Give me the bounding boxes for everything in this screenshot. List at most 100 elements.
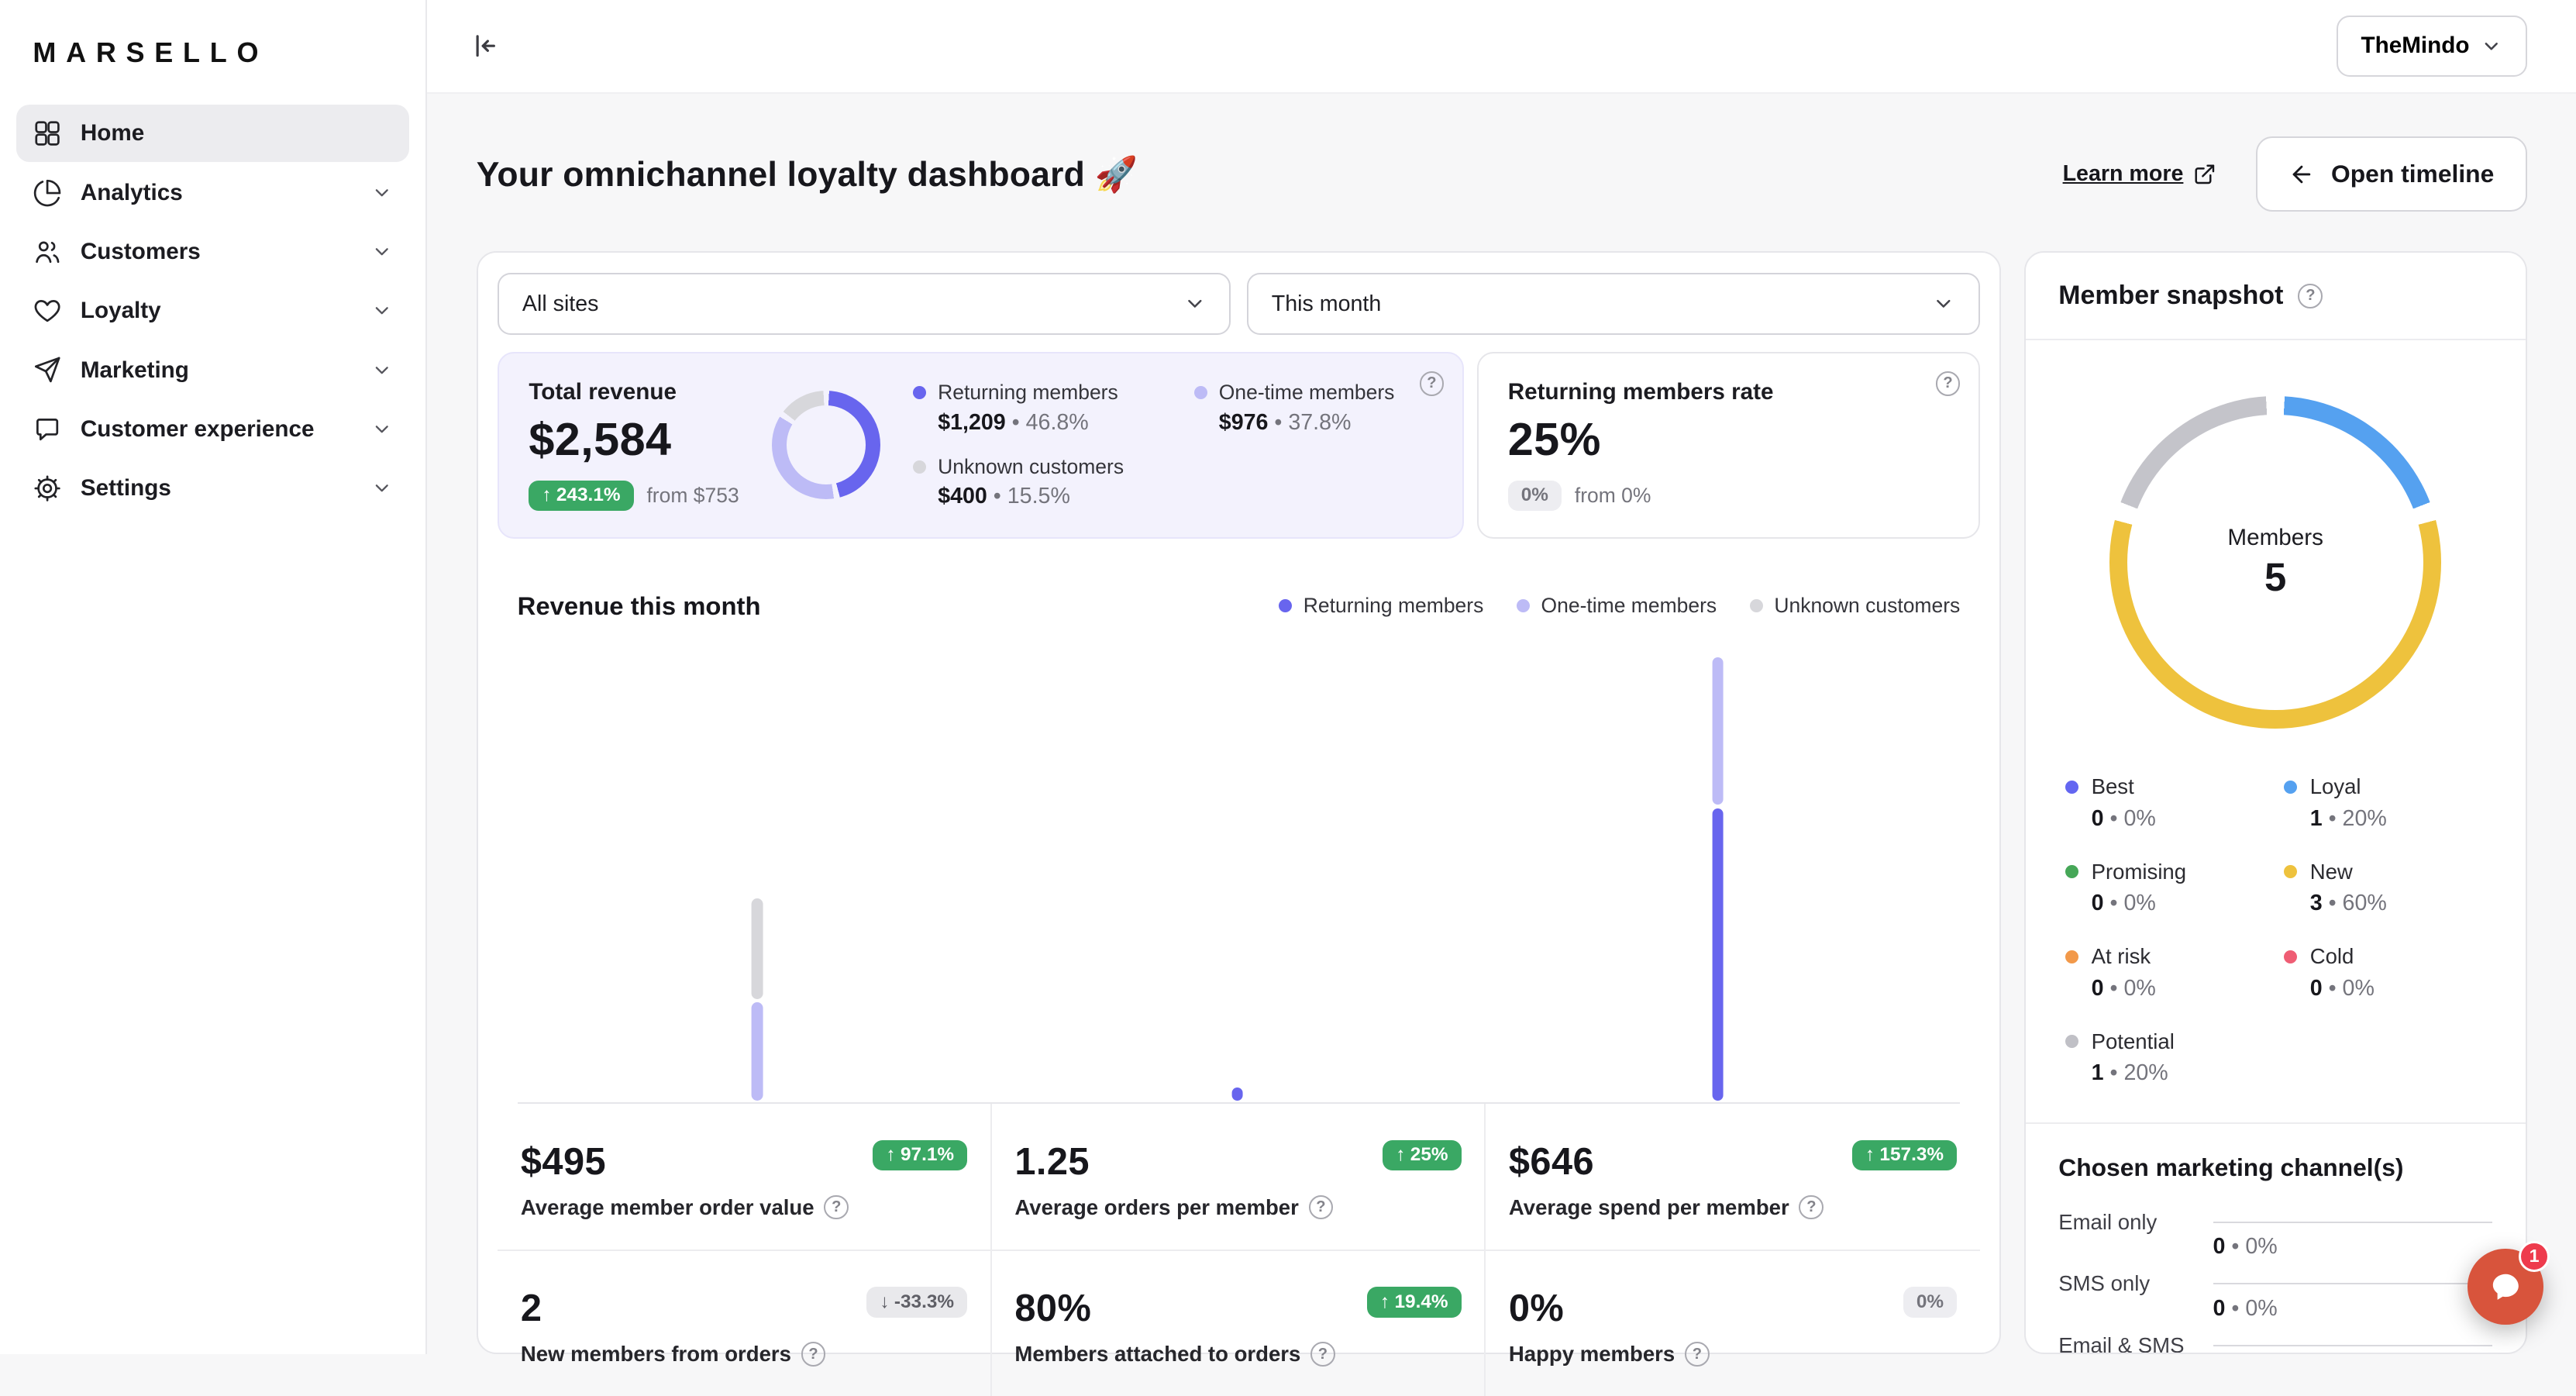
total-revenue-card: ? Total revenue $2,584 ↑243.1% from $753 — [498, 352, 1463, 539]
users-icon — [33, 237, 62, 267]
divider — [2026, 1122, 2526, 1124]
returning-rate-card: ? Returning members rate 25% 0% from 0% — [1477, 352, 1980, 539]
members-center-value: 5 — [2264, 554, 2286, 600]
channel-bar-track — [2213, 1345, 2493, 1346]
sidebar-item-label: Customers — [81, 239, 201, 265]
legend-item-returning: Returning members $1,20946.8% — [913, 381, 1151, 435]
revenue-breakdown-legend: Returning members $1,20946.8% One-time m… — [913, 381, 1432, 509]
channel-bar-track — [2213, 1283, 2493, 1284]
legend-item-unknown: Unknown customers $40015.5% — [913, 455, 1151, 509]
channel-row-sms-only: SMS only 00% — [2058, 1270, 2492, 1322]
home-grid-icon — [33, 119, 62, 148]
channel-bar-track — [2213, 1222, 2493, 1223]
chevron-down-icon — [371, 360, 393, 381]
legend-item-one-time: One-time members $97637.8% — [1194, 381, 1433, 435]
page-header: Your omnichannel loyalty dashboard 🚀 Lea… — [477, 136, 2527, 212]
change-badge: ↓-33.3% — [866, 1287, 967, 1317]
sidebar-item-label: Loyalty — [81, 298, 161, 324]
collapse-sidebar-icon[interactable] — [467, 29, 499, 62]
sidebar-item-customer-experience[interactable]: Customer experience — [16, 401, 409, 458]
help-icon[interactable]: ? — [1310, 1342, 1335, 1367]
help-icon[interactable]: ? — [801, 1342, 826, 1367]
member-snapshot-panel: Member snapshot ? Members 5 — [2024, 251, 2527, 1354]
stat-avg-member-order-value: $495↑97.1% Average member order value? — [498, 1104, 992, 1251]
help-icon[interactable]: ? — [1685, 1342, 1710, 1367]
legend-dot — [1750, 599, 1763, 612]
sidebar-item-marketing[interactable]: Marketing — [16, 341, 409, 398]
gear-icon — [33, 474, 62, 503]
arrow-left-icon — [2288, 161, 2315, 188]
help-icon[interactable]: ? — [2298, 284, 2323, 308]
returning-rate-value: 25% — [1508, 412, 1949, 466]
change-badge: ↑157.3% — [1852, 1140, 1957, 1170]
stat-members-attached-to-orders: 80%↑19.4% Members attached to orders? — [992, 1251, 1486, 1396]
help-icon[interactable]: ? — [824, 1195, 849, 1220]
chevron-down-icon — [1932, 292, 1955, 315]
help-icon[interactable]: ? — [1936, 371, 1961, 396]
open-timeline-label: Open timeline — [2331, 160, 2494, 188]
sidebar-item-settings[interactable]: Settings — [16, 460, 409, 517]
chevron-down-icon — [371, 419, 393, 440]
help-icon[interactable]: ? — [1309, 1195, 1334, 1220]
main-column: TheMindo Your omnichannel loyalty dashbo… — [427, 0, 2576, 1354]
legend-dot — [1194, 386, 1207, 399]
sidebar: MARSELLO Home Analytics Customers Loyalt… — [0, 0, 427, 1354]
period-filter-value: This month — [1272, 291, 1382, 317]
stat-avg-spend-per-member: $646↑157.3% Average spend per member? — [1486, 1104, 1980, 1251]
open-timeline-button[interactable]: Open timeline — [2256, 136, 2527, 212]
sidebar-item-customers[interactable]: Customers — [16, 223, 409, 281]
stat-new-members-from-orders: 2↓-33.3% New members from orders? — [498, 1251, 992, 1396]
change-badge: 0% — [1903, 1287, 1957, 1317]
legend-dot — [2284, 865, 2297, 878]
legend-dot — [2065, 950, 2078, 963]
sidebar-item-home[interactable]: Home — [16, 105, 409, 162]
heart-icon — [33, 296, 62, 326]
snapshot-legend-item: At risk 00% — [2065, 944, 2268, 1001]
members-center-label: Members — [2227, 525, 2323, 551]
help-icon[interactable]: ? — [1420, 371, 1445, 396]
channels-title: Chosen marketing channel(s) — [2058, 1153, 2492, 1182]
chevron-down-icon — [371, 182, 393, 204]
returning-rate-label: Returning members rate — [1508, 379, 1949, 405]
chart-legend: Returning members One-time members Unkno… — [1279, 594, 1960, 618]
site-filter-value: All sites — [522, 291, 599, 317]
chevron-down-icon — [2481, 36, 2502, 57]
total-revenue-label: Total revenue — [529, 379, 739, 405]
snapshot-legend-item: Loyal 120% — [2284, 774, 2486, 831]
topbar: TheMindo — [427, 0, 2576, 94]
site-filter-select[interactable]: All sites — [498, 273, 1231, 336]
change-badge: ↑243.1% — [529, 481, 633, 511]
period-filter-select[interactable]: This month — [1247, 273, 1980, 336]
sidebar-item-loyalty[interactable]: Loyalty — [16, 282, 409, 340]
chat-bubble-icon — [33, 415, 62, 444]
change-badge: ↑97.1% — [873, 1140, 967, 1170]
change-badge: ↑19.4% — [1367, 1287, 1462, 1317]
marsello-logo: MARSELLO — [16, 29, 409, 105]
stats-grid: $495↑97.1% Average member order value? 1… — [498, 1104, 1980, 1396]
intercom-chat-button[interactable]: 1 — [2468, 1249, 2543, 1325]
revenue-bar — [1712, 657, 1724, 1101]
learn-more-link[interactable]: Learn more — [2063, 161, 2216, 187]
sidebar-item-label: Settings — [81, 475, 171, 502]
chat-icon — [2488, 1269, 2524, 1305]
page-title: Your omnichannel loyalty dashboard 🚀 — [477, 154, 1138, 195]
revenue-chart-section: Revenue this month Returning members One… — [498, 591, 1980, 1104]
sidebar-item-analytics[interactable]: Analytics — [16, 164, 409, 222]
sidebar-item-label: Marketing — [81, 357, 189, 384]
legend-dot — [2065, 781, 2078, 794]
filters-row: All sites This month — [498, 273, 1980, 336]
chevron-down-icon — [371, 477, 393, 499]
previous-value-text: from $753 — [646, 484, 739, 508]
member-snapshot-title: Member snapshot — [2058, 281, 2283, 311]
legend-dot — [2284, 950, 2297, 963]
legend-dot — [1279, 599, 1292, 612]
stat-avg-orders-per-member: 1.25↑25% Average orders per member? — [992, 1104, 1486, 1251]
revenue-bar — [1231, 1088, 1243, 1101]
help-icon[interactable]: ? — [1799, 1195, 1824, 1220]
legend-dot — [1517, 599, 1530, 612]
account-menu-button[interactable]: TheMindo — [2337, 16, 2527, 76]
legend-dot — [2284, 781, 2297, 794]
snapshot-legend-item: Cold 00% — [2284, 944, 2486, 1001]
chevron-down-icon — [1183, 292, 1207, 315]
snapshot-legend-item: Best 00% — [2065, 774, 2268, 831]
